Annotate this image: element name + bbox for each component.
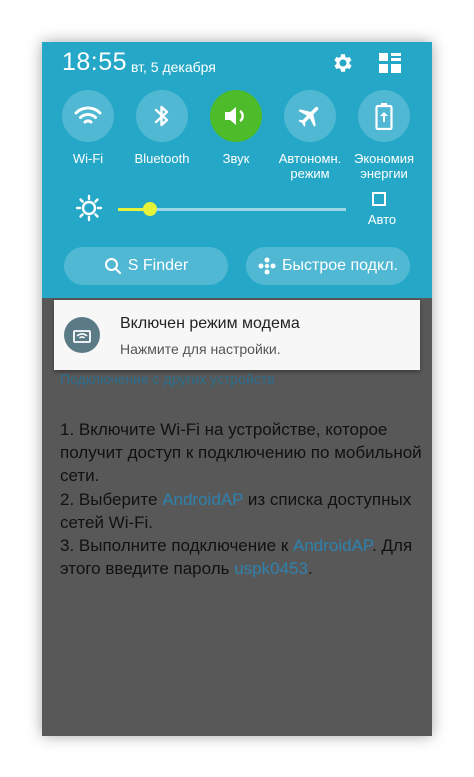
notification-title: Включен режим модема [120, 315, 300, 332]
quick-connect-label: Быстрое подкл. [282, 257, 398, 274]
quick-connect-button[interactable]: Быстрое подкл. [246, 247, 410, 285]
auto-brightness-checkbox[interactable] [372, 192, 386, 206]
toggle-sound[interactable]: Звук [196, 90, 276, 166]
network-password: uspk0453 [234, 559, 308, 579]
toggle-power-saving[interactable]: Экономия энергии [344, 90, 424, 181]
search-icon [104, 258, 121, 275]
clock: 18:55 [62, 48, 128, 76]
network-name: AndroidAP [293, 536, 373, 556]
notification-panel: 18:55 вт, 5 декабря Wi-Fi Bluetooth Звук… [42, 42, 432, 298]
battery-saver-icon [358, 90, 410, 142]
step-3-text: 3. Выполните подключение к [60, 536, 293, 556]
toggle-label: Автономн. режим [278, 151, 342, 181]
toggle-bluetooth[interactable]: Bluetooth [122, 90, 202, 166]
auto-brightness-label: Авто [367, 212, 397, 227]
section-header: Подключение с других устройств [60, 371, 275, 387]
toggle-wifi[interactable]: Wi-Fi [48, 90, 128, 166]
phone-screen: 18:55 вт, 5 декабря Wi-Fi Bluetooth Звук… [42, 42, 432, 736]
quick-connect-icon [258, 257, 276, 275]
brightness-icon [75, 194, 103, 222]
bluetooth-icon [136, 90, 188, 142]
step-1: 1. Включите Wi-Fi на устройстве, которое… [60, 420, 422, 486]
network-name: AndroidAP [162, 489, 244, 509]
brightness-knob[interactable] [142, 202, 157, 216]
hotspot-notification[interactable]: Включен режим модема Нажмите для настрой… [54, 300, 420, 370]
airplane-icon [284, 90, 336, 142]
toggle-label: Wi-Fi [72, 151, 104, 166]
step-2-text: 2. Выберите [60, 489, 163, 509]
toggle-label: Экономия энергии [353, 151, 415, 181]
step-3-text-end: . [307, 559, 313, 579]
s-finder-button[interactable]: S Finder [64, 247, 228, 285]
toggle-airplane[interactable]: Автономн. режим [270, 90, 350, 181]
step-3: 3. Выполните подключение к AndroidAP. Дл… [60, 534, 430, 580]
instructions-text: 1. Включите Wi-Fi на устройстве, которое… [60, 418, 430, 580]
gear-icon[interactable] [331, 51, 355, 75]
status-bar: 18:55 вт, 5 декабря [42, 42, 432, 82]
sound-icon [210, 90, 262, 142]
toggle-label: Bluetooth [134, 151, 190, 166]
notification-subtitle: Нажмите для настройки. [120, 341, 281, 357]
wifi-icon [62, 90, 114, 142]
step-2: 2. Выберите AndroidAP из списка доступны… [60, 488, 430, 534]
hotspot-icon [64, 317, 100, 353]
date: вт, 5 декабря [131, 59, 216, 75]
brightness-slider[interactable] [118, 202, 346, 216]
s-finder-label: S Finder [127, 257, 189, 274]
toggle-label: Звук [222, 151, 250, 166]
grid-icon[interactable] [378, 51, 402, 75]
